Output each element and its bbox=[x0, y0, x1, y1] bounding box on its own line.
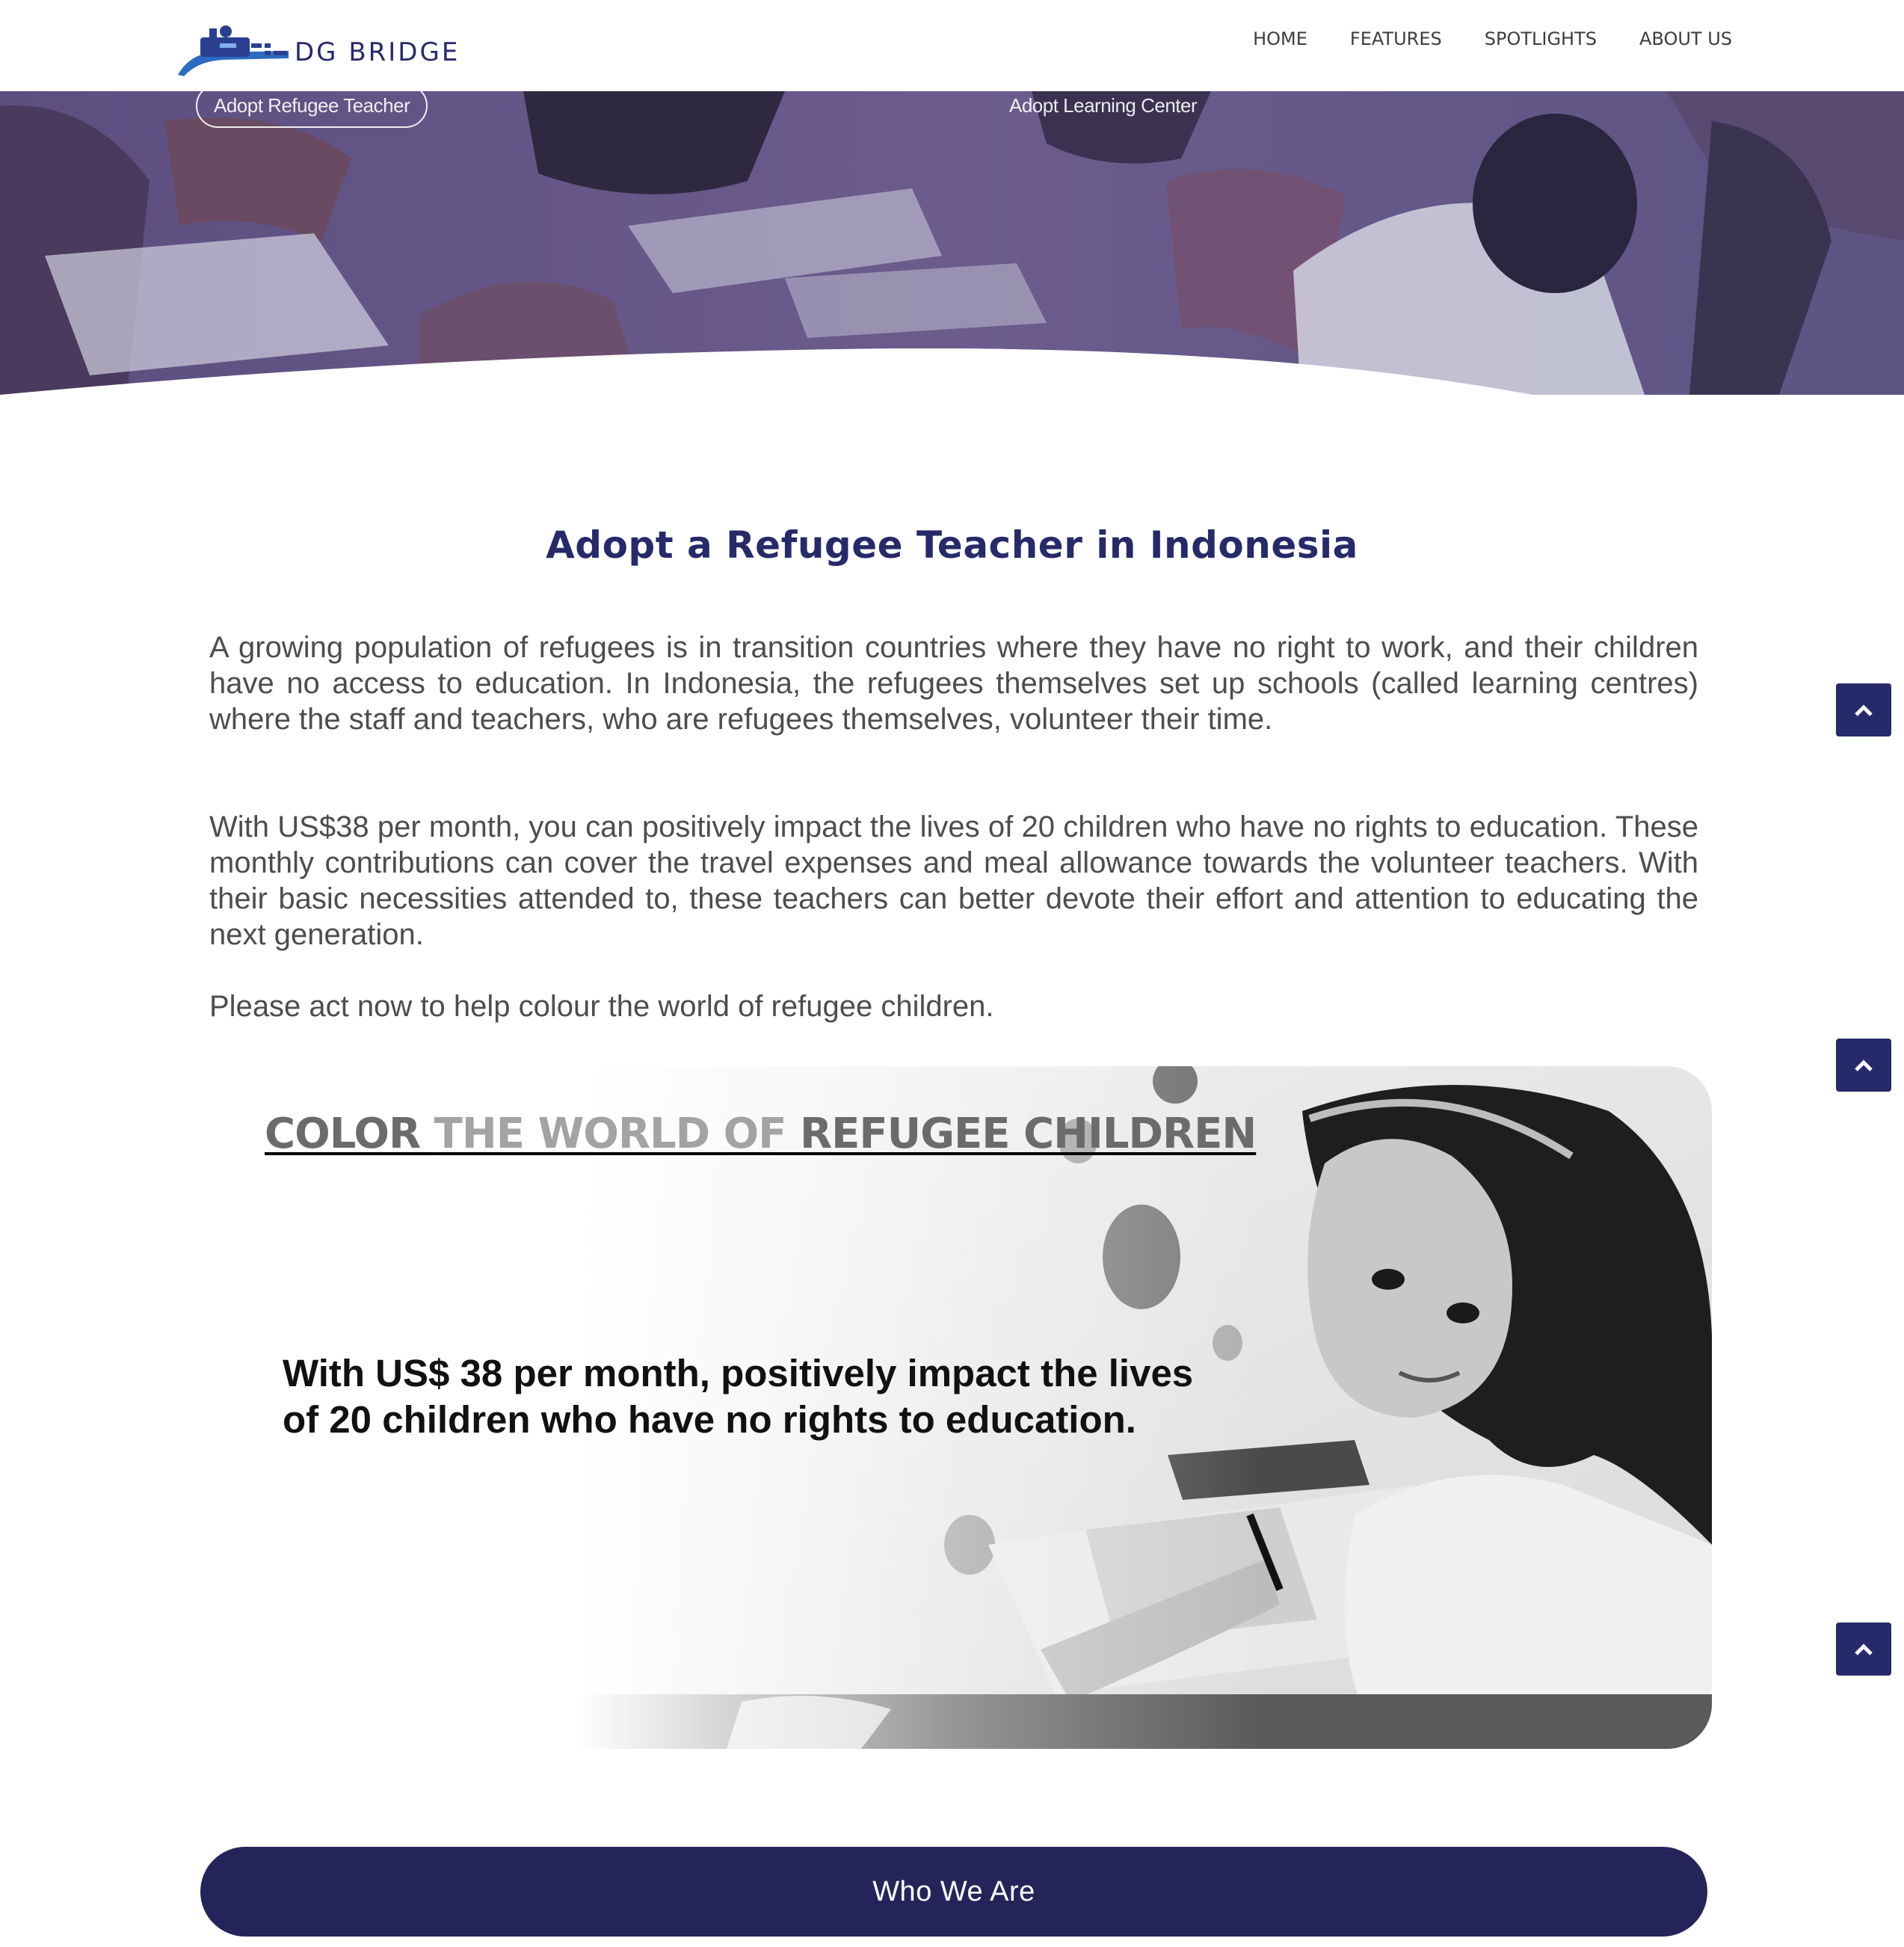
banner-heading-part3: REFUGEE CHILDREN bbox=[799, 1110, 1257, 1158]
nav-home[interactable]: HOME bbox=[1253, 24, 1307, 54]
nav-features[interactable]: FEATURES bbox=[1350, 24, 1442, 54]
call-to-action-paragraph: Please act now to help colour the world … bbox=[209, 990, 994, 1023]
chevron-up-icon bbox=[1855, 704, 1873, 716]
adopt-learning-center-tab[interactable]: Adopt Learning Center bbox=[1009, 91, 1198, 123]
site-header: DG BRIDGE HOME FEATURES SPOTLIGHTS ABOUT… bbox=[0, 0, 1904, 91]
adopt-refugee-teacher-tab[interactable]: Adopt Refugee Teacher bbox=[196, 91, 428, 128]
chevron-up-icon bbox=[1855, 1059, 1873, 1071]
banner-heading-part2: THE WORLD OF bbox=[434, 1110, 800, 1158]
bridge-train-logo-icon bbox=[178, 25, 289, 76]
banner-heading-part1: COLOR bbox=[265, 1110, 434, 1158]
scroll-to-top-button[interactable] bbox=[1836, 683, 1891, 736]
brand-logo[interactable]: DG BRIDGE bbox=[176, 21, 490, 78]
classroom-hero-image bbox=[0, 91, 1904, 395]
page-title: Adopt a Refugee Teacher in Indonesia bbox=[546, 523, 1358, 567]
color-the-world-banner: COLOR THE WORLD OF REFUGEE CHILDREN With… bbox=[218, 1066, 1712, 1749]
contribution-paragraph: With US$38 per month, you can positively… bbox=[209, 811, 1698, 951]
main-nav: HOME FEATURES SPOTLIGHTS ABOUT US bbox=[1210, 24, 1732, 54]
nav-about-us[interactable]: ABOUT US bbox=[1639, 24, 1732, 54]
banner-heading: COLOR THE WORLD OF REFUGEE CHILDREN bbox=[265, 1110, 1257, 1158]
chevron-up-icon bbox=[1855, 1643, 1873, 1655]
scroll-to-top-button[interactable] bbox=[1836, 1039, 1891, 1092]
who-we-are-button[interactable]: Who We Are bbox=[200, 1847, 1707, 1937]
hero-banner: Adopt Refugee Teacher Adopt Learning Cen… bbox=[0, 91, 1904, 395]
nav-spotlights[interactable]: SPOTLIGHTS bbox=[1485, 24, 1597, 54]
scroll-to-top-button[interactable] bbox=[1836, 1622, 1891, 1676]
intro-paragraph: A growing population of refugees is in t… bbox=[209, 631, 1698, 736]
brand-name: DG BRIDGE bbox=[295, 37, 460, 67]
banner-impact-text: With US$ 38 per month, positively impact… bbox=[283, 1352, 1194, 1441]
